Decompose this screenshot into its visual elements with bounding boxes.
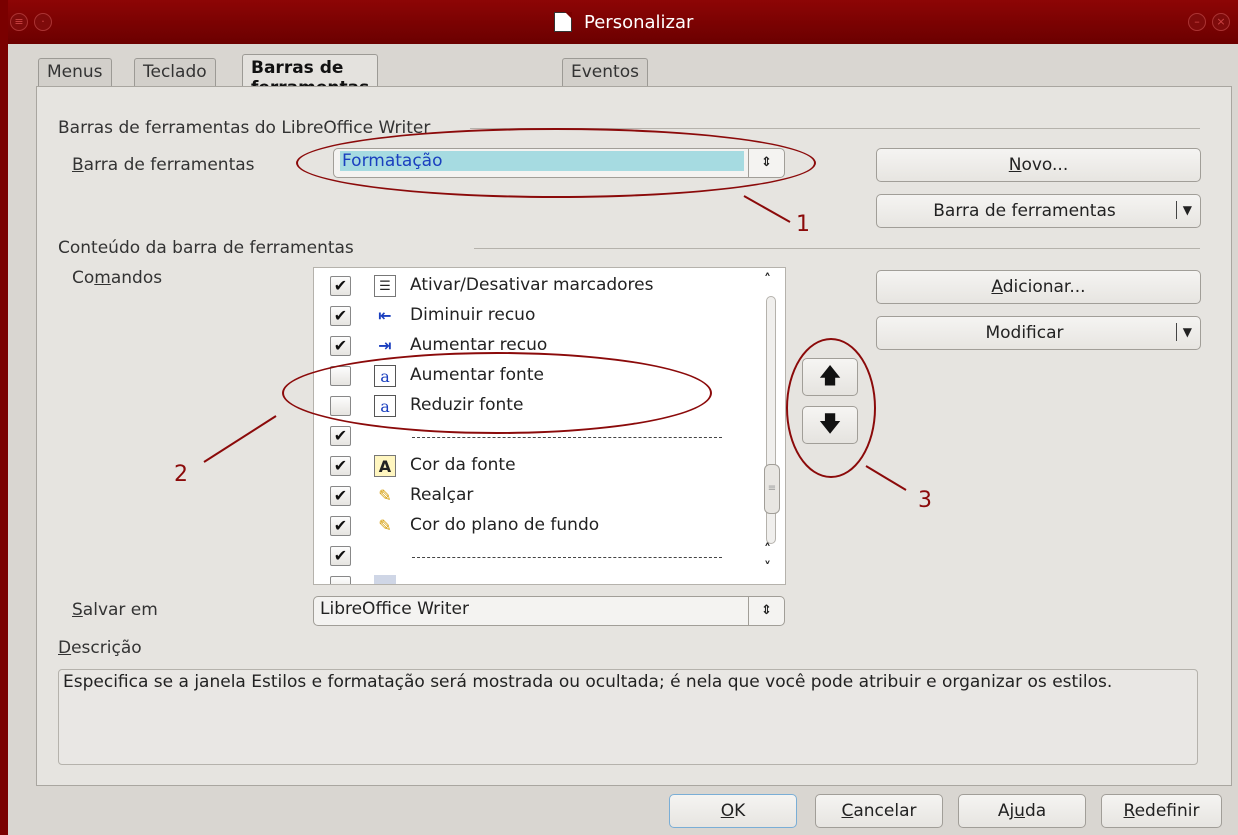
list-item-separator[interactable]: ✔ [330,542,760,570]
chevron-down-icon: ▼ [1176,201,1192,219]
toolbar-menu-button[interactable]: Barra de ferramentas ▼ [876,194,1201,228]
save-in-select[interactable]: LibreOffice Writer ⇕ [313,596,785,626]
checkbox[interactable]: ✔ [330,576,351,584]
content-section-heading: Conteúdo da barra de ferramentas [58,238,354,258]
checkbox[interactable]: ✔ [330,546,351,566]
list-item[interactable]: ✔ ✎ Cor do plano de fundo [330,512,760,540]
description-text: Especifica se a janela Estilos e formata… [58,669,1198,765]
commands-label: Comandos [72,268,163,288]
checkbox[interactable]: ✔ [330,276,351,296]
add-button[interactable]: Adicionar... [876,270,1201,304]
separator-line [412,437,722,438]
sticky-icon[interactable]: · [34,13,52,31]
toolbars-section-heading: Barras de ferramentas do LibreOffice Wri… [58,118,431,138]
checkbox[interactable]: ✔ [330,336,351,356]
list-item[interactable]: ✔ ☰ Ativar/Desativar marcadores [330,272,760,300]
highlight-icon: ✎ [378,486,392,505]
tab-toolbars[interactable]: Barras de ferramentas [242,54,379,98]
help-button[interactable]: Ajuda [958,794,1086,828]
new-button[interactable]: Novo... [876,148,1201,182]
decrease-indent-icon: ⇤ [378,306,392,325]
checkbox[interactable]: ✔ [330,456,351,476]
bullets-icon: ☰ [374,275,396,297]
checkbox[interactable]: ✔ [330,306,351,326]
scroll-up-icon[interactable]: ˄ [764,272,771,288]
cancel-button[interactable]: Cancelar [815,794,943,828]
checkbox[interactable]: ✔ [330,516,351,536]
checkbox[interactable]: ✔ [330,426,351,446]
background-color-icon: ✎ [378,516,392,535]
annotation-number-2: 2 [174,462,188,487]
minimize-icon[interactable]: – [1188,13,1206,31]
document-icon [554,12,572,32]
chevron-down-icon: ▼ [1176,323,1192,341]
checkbox[interactable]: ✔ [330,486,351,506]
annotation-number-1: 1 [796,212,810,237]
description-label: Descrição [58,638,142,658]
increase-indent-icon: ⇥ [378,336,392,355]
section-divider [474,248,1200,249]
list-item[interactable]: ✔ ✎ Realçar [330,482,760,510]
annotation-ellipse-2 [282,352,712,434]
modify-button[interactable]: Modificar ▼ [876,316,1201,350]
ok-button[interactable]: OK [669,794,797,828]
reset-button[interactable]: Redefinir [1101,794,1222,828]
annotation-ellipse-3 [786,338,876,478]
menu-icon[interactable]: ≡ [10,13,28,31]
tab-keyboard[interactable]: Teclado [134,58,216,86]
window-title: Personalizar [584,12,694,33]
partial-row-icon [374,575,396,584]
list-item[interactable]: ✔ [330,572,760,584]
commands-scrollbar[interactable]: ˄ ≡ ˄ ˅ [762,272,782,582]
annotation-number-3: 3 [918,488,932,513]
tab-menus[interactable]: Menus [38,58,112,86]
scroll-up-icon[interactable]: ˄ [764,542,771,558]
toolbar-label: Barra de ferramentas [72,155,255,175]
close-icon[interactable]: × [1212,13,1230,31]
title-bar: ≡ · Personalizar – × [8,0,1238,44]
save-in-label: Salvar em [72,600,158,620]
separator-line [412,557,722,558]
annotation-ellipse-1 [296,128,816,198]
tab-events[interactable]: Eventos [562,58,648,86]
list-item[interactable]: ✔ ⇤ Diminuir recuo [330,302,760,330]
updown-icon: ⇕ [748,597,784,625]
scroll-down-icon[interactable]: ˅ [764,560,771,576]
font-color-icon: A [374,455,396,477]
scroll-thumb[interactable]: ≡ [764,464,780,514]
list-item[interactable]: ✔ A Cor da fonte [330,452,760,480]
